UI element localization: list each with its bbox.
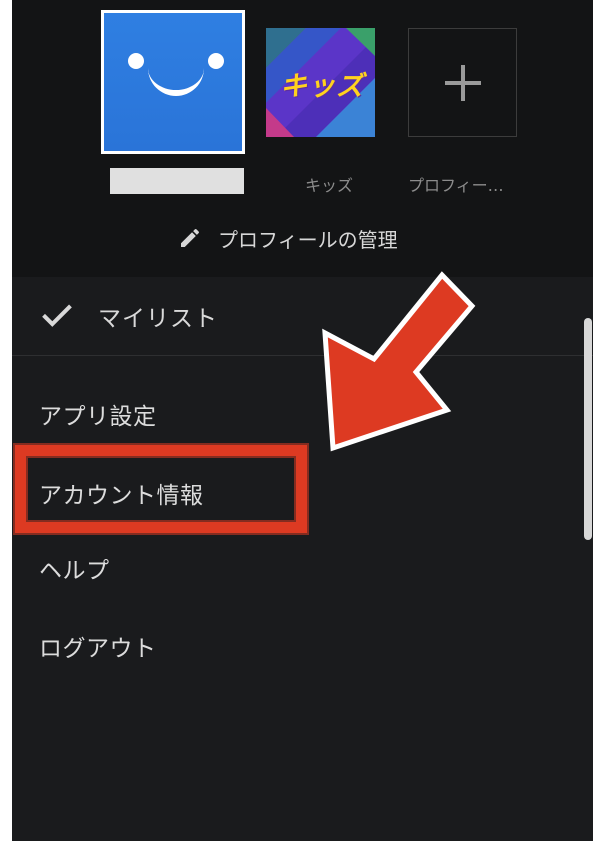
my-list-label: マイリスト	[98, 306, 218, 332]
profile-avatar-main[interactable]	[101, 10, 245, 154]
menu-item-account[interactable]: アカウント情報	[39, 476, 204, 510]
profile-name-kids: キッズ	[305, 176, 354, 195]
right-margin	[593, 0, 600, 841]
menu-item-app-settings[interactable]: アプリ設定	[39, 397, 157, 431]
smiley-left-eye	[128, 53, 144, 69]
manage-profiles-label: プロフィールの管理	[218, 227, 398, 252]
plus-icon	[444, 64, 481, 101]
menu-item-logout[interactable]: ログアウト	[39, 629, 157, 663]
smiley-mouth	[148, 68, 204, 96]
add-profile-button[interactable]	[408, 28, 517, 137]
kids-avatar-text: キッズ	[280, 71, 364, 102]
profile-name-add: プロフィー…	[408, 176, 504, 195]
profiles-section: キッズ キッズ プロフィー… プロフィールの管理	[12, 0, 593, 277]
profile-name-redacted	[110, 168, 244, 194]
manage-profiles-button[interactable]: プロフィールの管理	[178, 222, 398, 254]
menu-item-help[interactable]: ヘルプ	[39, 551, 110, 585]
scrollbar[interactable]	[584, 318, 592, 540]
pencil-icon	[181, 228, 200, 247]
left-margin	[0, 0, 12, 841]
smiley-right-eye	[208, 53, 224, 69]
profile-avatar-kids[interactable]: キッズ	[266, 28, 375, 137]
navigation-menu-panel: キッズ キッズ プロフィー… プロフィールの管理 マイリスト アプリ設定 アカウ…	[12, 0, 593, 841]
my-list-item[interactable]: マイリスト	[12, 277, 593, 356]
check-icon	[42, 304, 72, 327]
